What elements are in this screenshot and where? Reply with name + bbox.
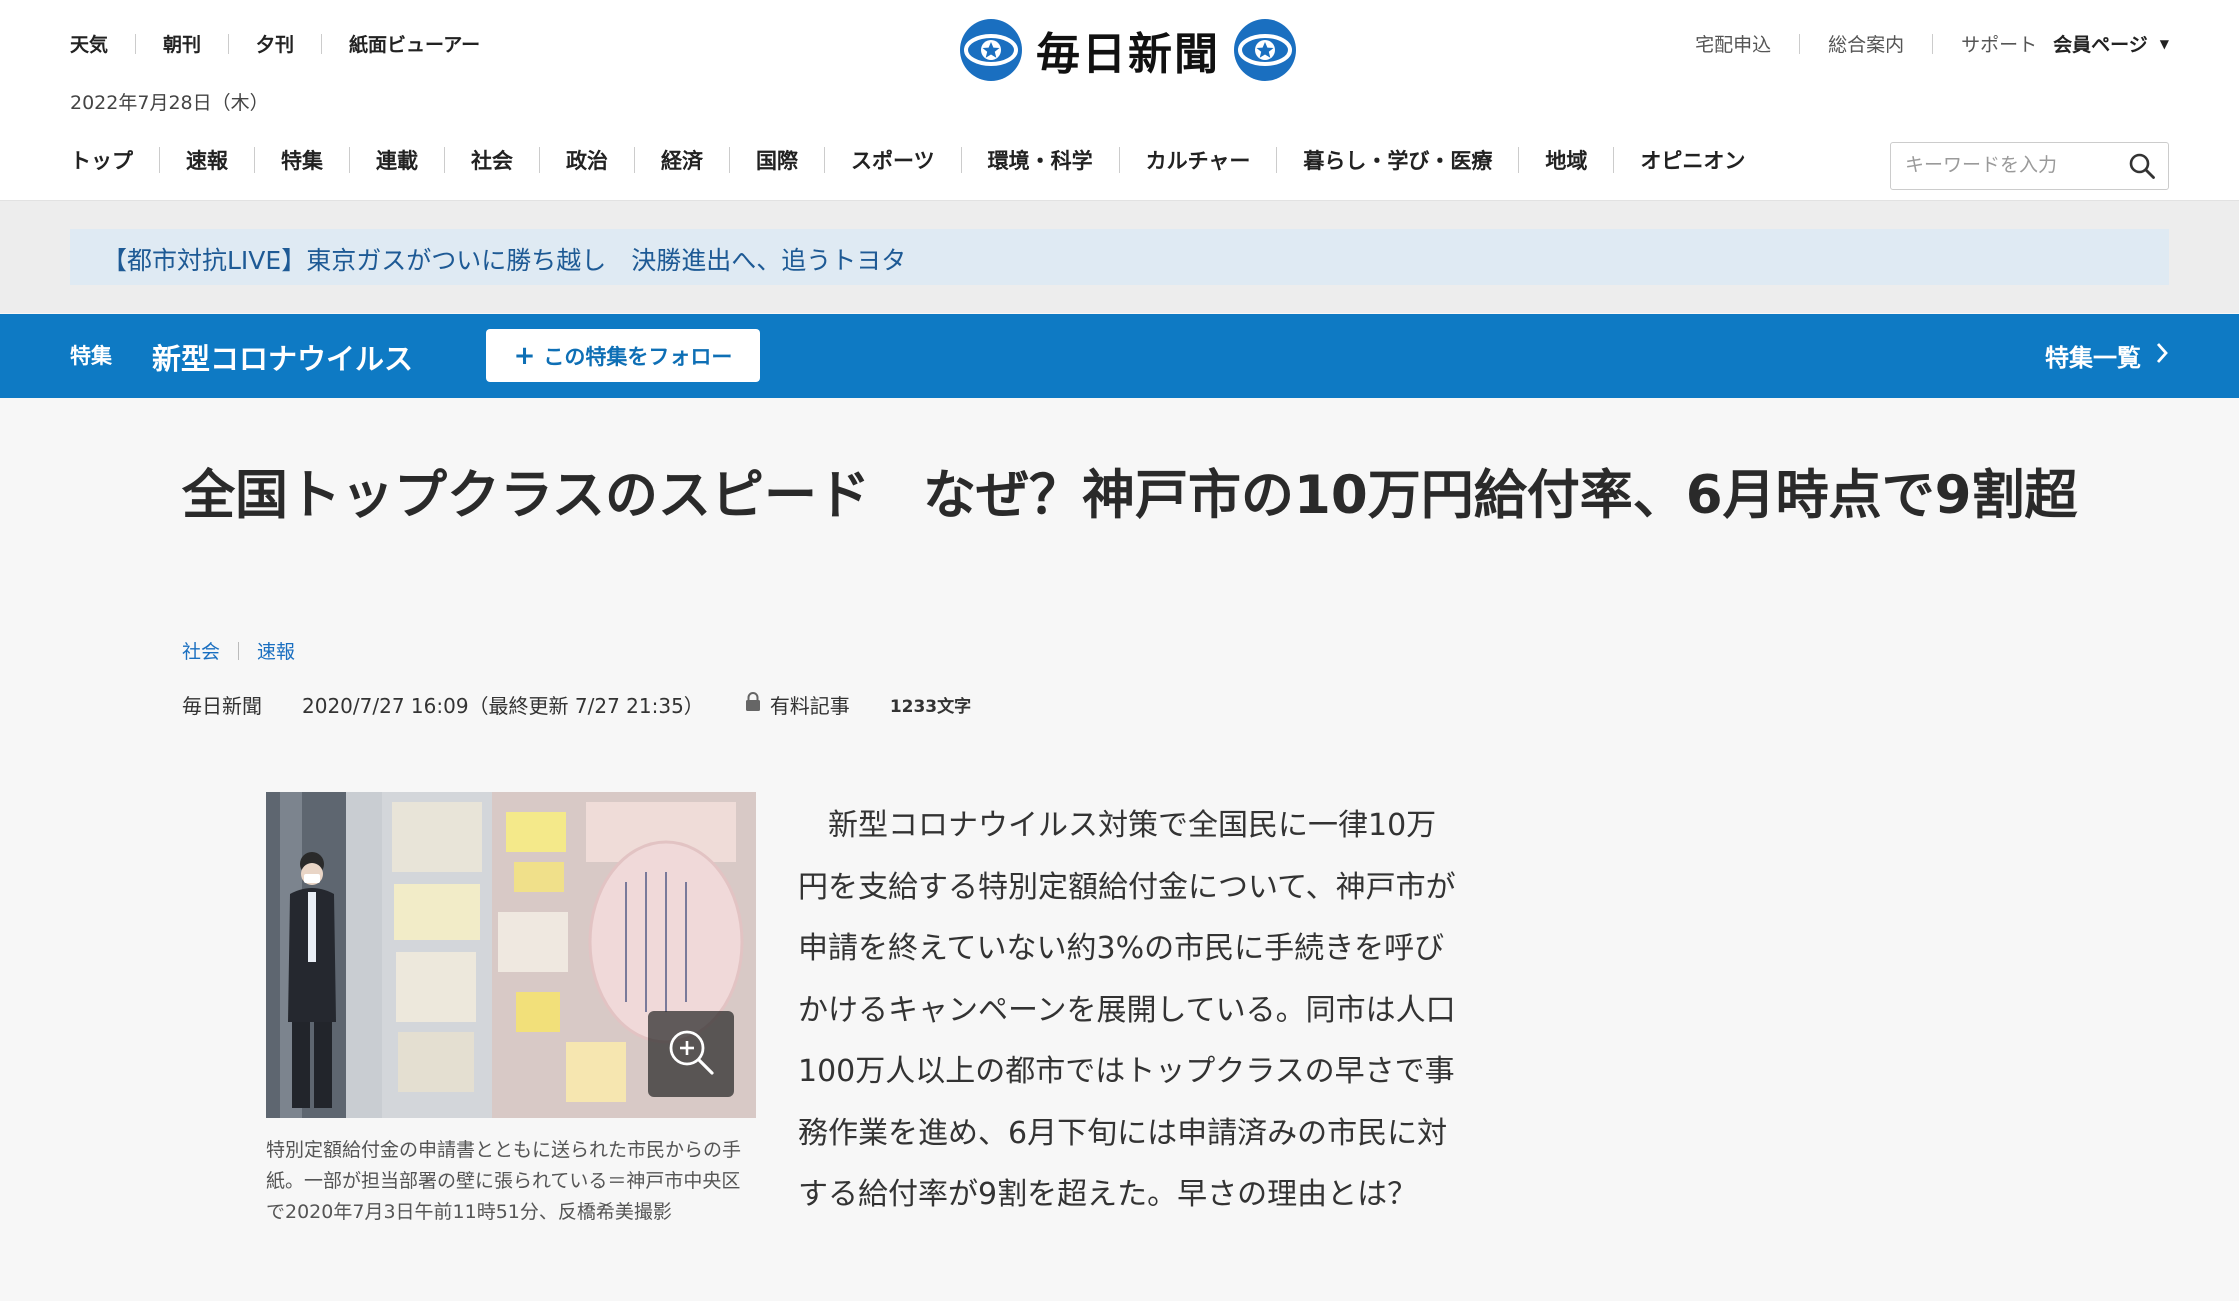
- feature-list-label: 特集一覧: [2045, 344, 2141, 372]
- search-icon[interactable]: [2128, 152, 2156, 184]
- chevron-down-icon[interactable]: ▼: [2160, 37, 2169, 51]
- nav-item-society[interactable]: 社会: [471, 145, 513, 175]
- photo-caption: 特別定額給付金の申請書とともに送られた市民からの手紙。一部が担当部署の壁に張られ…: [266, 1139, 742, 1223]
- nav-item-regional[interactable]: 地域: [1545, 145, 1587, 175]
- account-links: 宅配申込 総合案内 サポート 会員ページ ▼: [1695, 30, 2169, 57]
- breaking-news-banner[interactable]: 【都市対抗LIVE】東京ガスがついに勝ち越し 決勝進出へ、追うトヨタ: [70, 229, 2169, 285]
- divider: [1276, 147, 1278, 173]
- util-paper-viewer-link[interactable]: 紙面ビューアー: [349, 30, 480, 57]
- feature-label: 特集: [70, 344, 112, 368]
- chevron-right-icon: [2155, 341, 2169, 371]
- nav-item-politics[interactable]: 政治: [566, 145, 608, 175]
- article-source: 毎日新聞: [182, 694, 262, 718]
- main-nav: トップ 速報 特集 連載 社会 政治 経済 国際 スポーツ 環境・科学 カルチャ…: [70, 145, 1745, 175]
- general-info-link[interactable]: 総合案内: [1828, 30, 1904, 57]
- follow-feature-button[interactable]: + この特集をフォロー: [486, 329, 760, 382]
- nav-item-features[interactable]: 特集: [281, 145, 323, 175]
- article-photo[interactable]: [266, 792, 756, 1118]
- util-morning-edition-link[interactable]: 朝刊: [163, 30, 201, 57]
- divider: [159, 147, 160, 173]
- search-box: [1890, 142, 2169, 190]
- divider: [444, 147, 445, 173]
- nav-item-culture[interactable]: カルチャー: [1146, 145, 1251, 175]
- divider: [539, 147, 540, 173]
- divider: [135, 33, 137, 54]
- nav-item-series[interactable]: 連載: [376, 145, 418, 175]
- article-body: 新型コロナウイルス対策で全国民に一律10万円を支給する特別定額給付金について、神…: [798, 808, 1456, 1212]
- util-weather-link[interactable]: 天気: [70, 30, 108, 57]
- article-meta: 毎日新聞 2020/7/27 16:09（最終更新 7/27 21:35） 有料…: [182, 690, 971, 719]
- follow-feature-label: この特集をフォロー: [543, 344, 733, 369]
- divider: [634, 147, 635, 173]
- photo-zoom-button[interactable]: [648, 1011, 734, 1097]
- member-page-menu[interactable]: 会員ページ: [2053, 30, 2148, 57]
- nav-item-breaking[interactable]: 速報: [186, 145, 228, 175]
- lock-icon: [744, 691, 762, 718]
- paid-article-label: 有料記事: [769, 694, 850, 718]
- breaking-news-link[interactable]: 【都市対抗LIVE】東京ガスがついに勝ち越し 決勝進出へ、追うトヨタ: [102, 241, 906, 277]
- divider: [1118, 147, 1120, 173]
- zoom-in-icon: [664, 1025, 718, 1083]
- nav-item-opinion[interactable]: オピニオン: [1640, 145, 1745, 175]
- category-link-society[interactable]: 社会: [182, 637, 220, 664]
- nav-item-international[interactable]: 国際: [756, 145, 798, 175]
- logo-mark-icon: [960, 19, 1022, 81]
- divider: [349, 147, 350, 173]
- divider: [254, 147, 255, 173]
- article-categories: 社会 速報: [182, 637, 295, 664]
- feature-list-link[interactable]: 特集一覧: [2045, 338, 2169, 373]
- article-headline: 全国トップクラスのスピード なぜ？神戸市の10万円給付率、6月時点で9割超: [182, 465, 2078, 526]
- divider: [1932, 33, 1934, 54]
- delivery-signup-link[interactable]: 宅配申込: [1695, 30, 1771, 57]
- divider: [824, 147, 825, 173]
- divider: [960, 147, 962, 173]
- search-input[interactable]: [1903, 153, 2117, 177]
- plus-icon: +: [513, 340, 536, 371]
- nav-item-top[interactable]: トップ: [70, 145, 133, 175]
- category-link-breaking[interactable]: 速報: [257, 637, 295, 664]
- support-link[interactable]: サポート: [1961, 30, 2037, 57]
- divider: [1613, 147, 1615, 173]
- feature-bar: 特集 新型コロナウイルス + この特集をフォロー 特集一覧: [0, 314, 2239, 398]
- site-header: 天気 朝刊 夕刊 紙面ビューアー 2022年7月28日（木） 毎日新聞 宅配申込: [0, 0, 2239, 201]
- divider: [238, 641, 240, 660]
- nav-item-environment-science[interactable]: 環境・科学: [988, 145, 1093, 175]
- feature-title[interactable]: 新型コロナウイルス: [152, 336, 413, 378]
- nav-item-economy[interactable]: 経済: [661, 145, 703, 175]
- site-logo[interactable]: 毎日新聞: [960, 18, 1296, 82]
- divider: [1518, 147, 1520, 173]
- char-count: 1233文字: [889, 697, 972, 717]
- article-datetime: 2020/7/27 16:09（最終更新 7/27 21:35）: [302, 694, 704, 718]
- nav-item-sports[interactable]: スポーツ: [851, 145, 935, 175]
- nav-item-living[interactable]: 暮らし・学び・医療: [1303, 145, 1492, 175]
- divider: [729, 147, 730, 173]
- logo-text: 毎日新聞: [1036, 29, 1220, 80]
- divider: [321, 33, 323, 54]
- logo-mark-icon: [1234, 19, 1296, 81]
- divider: [1799, 33, 1801, 54]
- utility-nav: 天気 朝刊 夕刊 紙面ビューアー: [70, 30, 480, 57]
- current-date: 2022年7月28日（木）: [70, 92, 269, 114]
- util-evening-edition-link[interactable]: 夕刊: [256, 30, 294, 57]
- divider: [228, 33, 230, 54]
